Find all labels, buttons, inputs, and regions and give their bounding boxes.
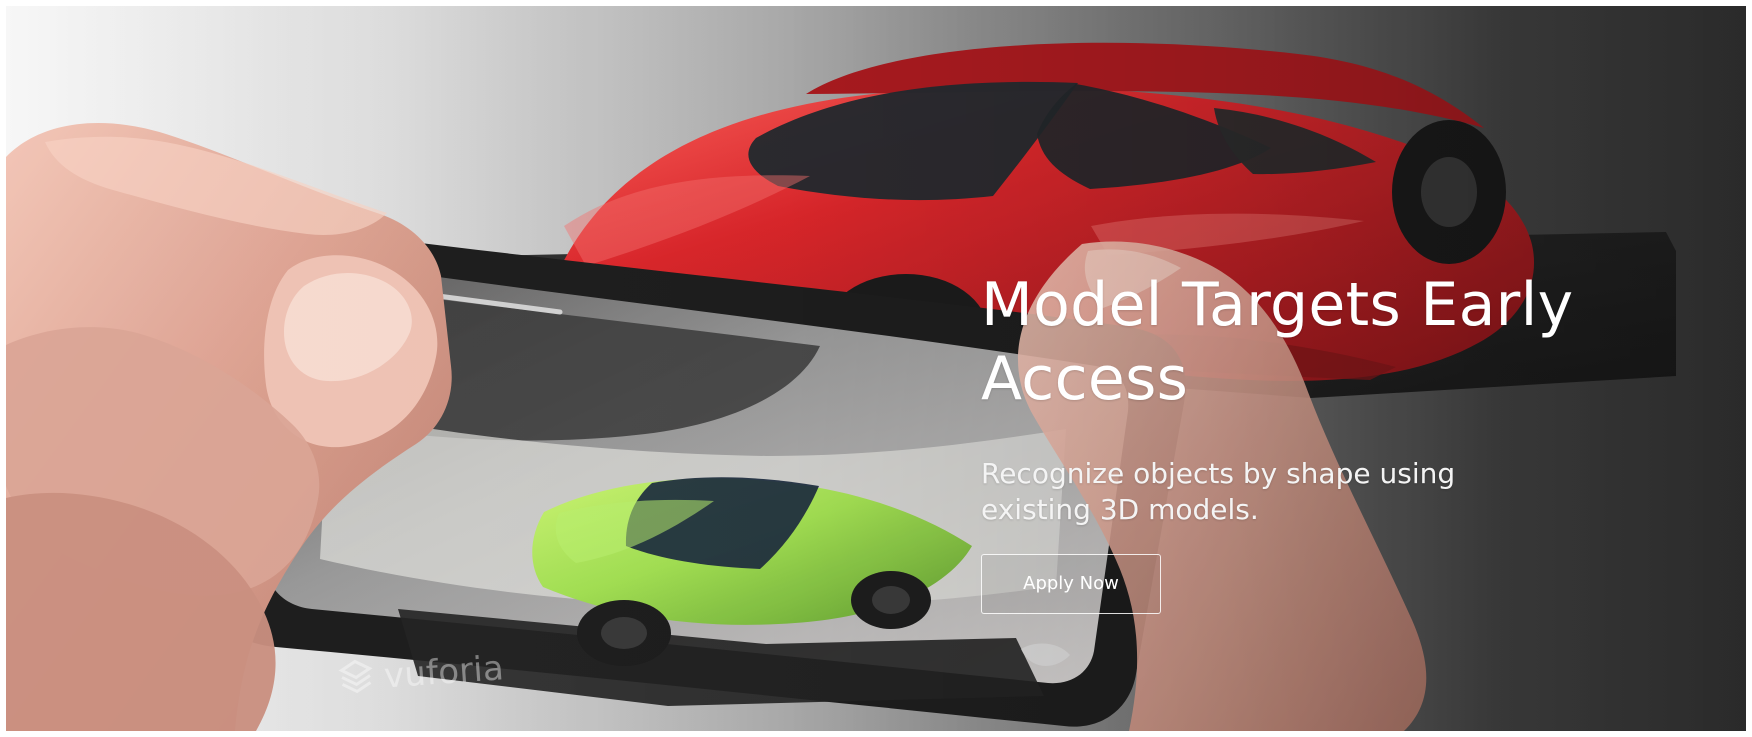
vuforia-icon	[338, 659, 373, 694]
page-title-line-2: Access	[981, 344, 1189, 414]
hero-subtitle-line-1: Recognize objects by shape using	[981, 457, 1456, 490]
page: vuforia Model Targets Early Access Recog…	[0, 0, 1752, 737]
page-title: Model Targets Early Access	[981, 268, 1681, 416]
hero-subtitle-line-2: existing 3D models.	[981, 493, 1259, 526]
hero-banner: vuforia Model Targets Early Access Recog…	[6, 6, 1746, 731]
vuforia-logo-text: vuforia	[382, 648, 506, 697]
page-title-line-1: Model Targets Early	[981, 270, 1574, 340]
hero-subtitle: Recognize objects by shape using existin…	[981, 456, 1541, 528]
apply-now-button[interactable]: Apply Now	[981, 554, 1161, 614]
hero-copy: Model Targets Early Access Recognize obj…	[981, 268, 1681, 614]
